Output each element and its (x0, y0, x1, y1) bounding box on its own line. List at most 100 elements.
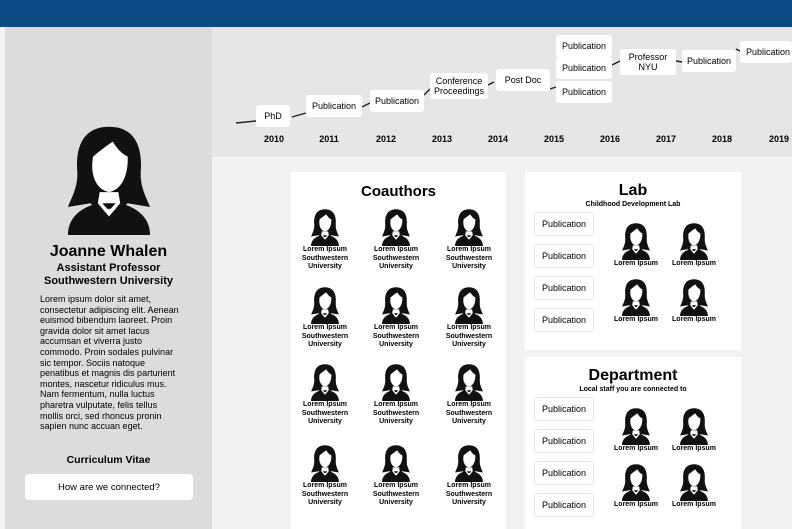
timeline-year: 2017 (655, 134, 677, 144)
coauthor-name: Lorem Ipsum (447, 482, 491, 489)
person-silhouette-icon (311, 445, 339, 482)
coauthor-card[interactable]: Lorem Ipsum Southwestern University (290, 363, 360, 427)
coauthor-card[interactable]: Lorem Ipsum Southwestern University (434, 444, 504, 508)
timeline-year: 2015 (543, 134, 565, 144)
person-silhouette-icon (680, 408, 708, 445)
coauthor-card[interactable]: Lorem Ipsum Southwestern University (434, 286, 504, 350)
profile-sidebar: Joanne Whalen Assistant Professor Southw… (5, 27, 212, 529)
coauthor-card[interactable]: Lorem Ipsum Southwestern University (434, 363, 504, 427)
lab-publication-button[interactable]: Publication (534, 308, 594, 332)
coauthor-affiliation: Southwestern University (301, 254, 349, 271)
coauthor-card[interactable]: Lorem Ipsum Southwestern University (290, 208, 360, 272)
coauthor-affiliation: Southwestern University (301, 332, 349, 349)
lab-publication-button[interactable]: Publication (534, 276, 594, 300)
person-silhouette-icon (382, 364, 410, 401)
coauthor-card[interactable]: Lorem Ipsum Southwestern University (361, 363, 431, 427)
lab-publication-button[interactable]: Publication (534, 244, 594, 268)
person-silhouette-icon (382, 445, 410, 482)
coauthor-card[interactable]: Lorem Ipsum Southwestern University (290, 286, 360, 350)
coauthor-affiliation: Southwestern University (301, 490, 349, 507)
lab-person-name: Lorem Ipsum (614, 316, 658, 323)
person-silhouette-icon (680, 464, 708, 501)
coauthor-card[interactable]: Lorem Ipsum Southwestern University (361, 444, 431, 508)
lab-person-card[interactable]: Lorem Ipsum (603, 278, 669, 325)
coauthor-name: Lorem Ipsum (447, 324, 491, 331)
coauthor-name: Lorem Ipsum (447, 246, 491, 253)
timeline-event-publication[interactable]: Publication (306, 95, 362, 117)
coauthor-name: Lorem Ipsum (303, 482, 347, 489)
top-bar (0, 0, 792, 27)
timeline-event-postdoc[interactable]: Post Doc (496, 69, 550, 91)
department-person-card[interactable]: Lorem Ipsum (603, 463, 669, 510)
coauthor-affiliation: Southwestern University (372, 332, 420, 349)
lab-person-card[interactable]: Lorem Ipsum (661, 222, 727, 269)
lab-person-name: Lorem Ipsum (672, 316, 716, 323)
coauthor-name: Lorem Ipsum (303, 246, 347, 253)
department-person-name: Lorem Ipsum (614, 501, 658, 508)
timeline-year: 2013 (431, 134, 453, 144)
timeline-event-publication[interactable]: Publication (370, 90, 424, 112)
department-publication-button[interactable]: Publication (534, 493, 594, 517)
coauthor-card[interactable]: Lorem Ipsum Southwestern University (290, 444, 360, 508)
timeline-event-publication[interactable]: Publication (556, 57, 612, 79)
person-silhouette-icon (382, 287, 410, 324)
cv-link[interactable]: Curriculum Vitae (5, 454, 212, 466)
timeline-event-phd[interactable]: PhD (256, 105, 290, 127)
department-subtitle: Local staff you are connected to (579, 386, 687, 393)
coauthor-name: Lorem Ipsum (374, 401, 418, 408)
coauthor-name: Lorem Ipsum (303, 401, 347, 408)
department-publication-button[interactable]: Publication (534, 397, 594, 421)
timeline-event-publication[interactable]: Publication (556, 81, 612, 103)
coauthor-name: Lorem Ipsum (447, 401, 491, 408)
department-person-card[interactable]: Lorem Ipsum (661, 407, 727, 454)
lab-panel: Lab Childhood Development Lab Publicatio… (525, 172, 741, 350)
timeline-year: 2018 (711, 134, 733, 144)
person-silhouette-icon (455, 209, 483, 246)
coauthor-card[interactable]: Lorem Ipsum Southwestern University (361, 286, 431, 350)
timeline-year: 2010 (263, 134, 285, 144)
coauthors-panel: Coauthors Lorem Ipsum Southwestern Univer… (291, 172, 506, 529)
timeline-year: 2019 (768, 134, 790, 144)
department-person-card[interactable]: Lorem Ipsum (661, 463, 727, 510)
coauthor-name: Lorem Ipsum (303, 324, 347, 331)
person-silhouette-icon (382, 209, 410, 246)
person-silhouette-icon (622, 223, 650, 260)
lab-person-card[interactable]: Lorem Ipsum (603, 222, 669, 269)
person-silhouette-icon (680, 279, 708, 316)
lab-person-name: Lorem Ipsum (614, 260, 658, 267)
timeline-event-professor[interactable]: Professor NYU (620, 49, 676, 75)
coauthor-card[interactable]: Lorem Ipsum Southwestern University (361, 208, 431, 272)
lab-publication-button[interactable]: Publication (534, 212, 594, 236)
person-silhouette-icon (455, 287, 483, 324)
timeline-year: 2016 (599, 134, 621, 144)
person-silhouette-icon (622, 464, 650, 501)
timeline-event-publication[interactable]: Publication (556, 35, 612, 57)
career-timeline: PhD Publication Publication Conference P… (212, 27, 792, 157)
department-publication-button[interactable]: Publication (534, 461, 594, 485)
lab-subtitle: Childhood Development Lab (585, 201, 681, 208)
lab-person-name: Lorem Ipsum (672, 260, 716, 267)
department-publication-button[interactable]: Publication (534, 429, 594, 453)
profile-avatar-icon (67, 126, 151, 235)
how-connected-button[interactable]: How are we connected? (25, 474, 193, 500)
timeline-event-publication[interactable]: Publication (682, 50, 736, 72)
person-silhouette-icon (311, 287, 339, 324)
timeline-event-conference[interactable]: Conference Proceedings (430, 73, 488, 99)
coauthor-affiliation: Southwestern University (372, 409, 420, 426)
timeline-event-publication[interactable]: Publication (740, 41, 792, 63)
coauthor-name: Lorem Ipsum (374, 482, 418, 489)
person-silhouette-icon (622, 279, 650, 316)
department-person-name: Lorem Ipsum (614, 445, 658, 452)
coauthor-card[interactable]: Lorem Ipsum Southwestern University (434, 208, 504, 272)
timeline-year: 2012 (375, 134, 397, 144)
coauthor-name: Lorem Ipsum (374, 324, 418, 331)
coauthors-title: Coauthors (361, 183, 436, 200)
profile-title: Assistant Professor (56, 262, 161, 274)
profile-university: Southwestern University (44, 275, 173, 287)
department-title: Department (588, 367, 678, 384)
coauthor-affiliation: Southwestern University (445, 254, 493, 271)
lab-person-card[interactable]: Lorem Ipsum (661, 278, 727, 325)
coauthor-affiliation: Southwestern University (445, 490, 493, 507)
department-person-card[interactable]: Lorem Ipsum (603, 407, 669, 454)
coauthor-name: Lorem Ipsum (374, 246, 418, 253)
